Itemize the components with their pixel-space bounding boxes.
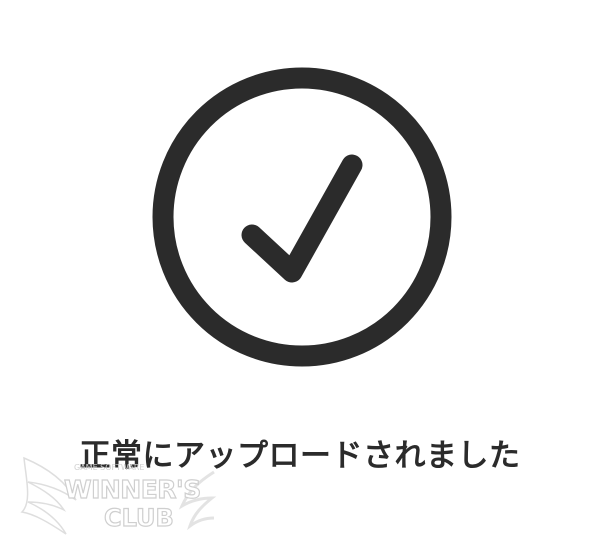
check-circle-icon	[152, 67, 452, 367]
winners-club-watermark-logo: GAME SOFTWARE WINNER'S CLUB	[18, 448, 218, 540]
watermark-brand-line2: CLUB	[104, 504, 174, 532]
watermark-brand-line1: WINNER'S	[64, 475, 201, 504]
watermark-small-text: GAME SOFTWARE	[74, 463, 144, 472]
